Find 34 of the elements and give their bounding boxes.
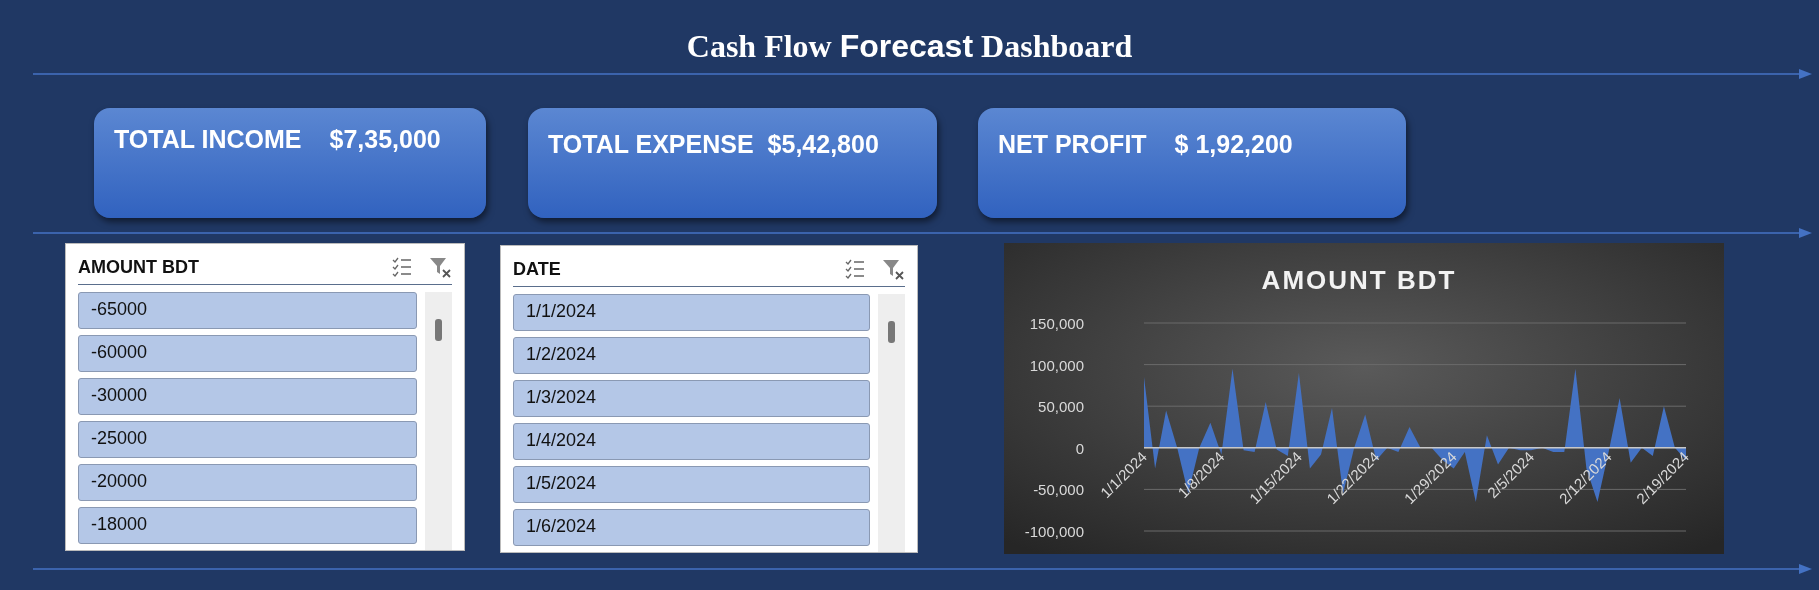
slicer-item[interactable]: 1/2/2024 (513, 337, 870, 374)
y-axis-label: -100,000 (1024, 523, 1084, 540)
slicer-item[interactable]: -18000 (78, 507, 417, 544)
dashboard-title: Cash Flow Forecast Dashboard (686, 28, 1133, 64)
scrollbar[interactable] (878, 294, 905, 552)
multi-select-icon[interactable] (390, 255, 414, 279)
y-axis-label: 0 (1075, 439, 1084, 457)
slicer-item[interactable]: 1/6/2024 (513, 509, 870, 546)
slicer-item[interactable]: -30000 (78, 378, 417, 415)
slicer-item[interactable]: -60000 (78, 335, 417, 372)
slicer-item[interactable]: 1/3/2024 (513, 380, 870, 417)
slicer-title: AMOUNT BDT (78, 256, 200, 278)
slicer-item[interactable]: -20000 (78, 464, 417, 501)
slicer-title: DATE (513, 258, 562, 280)
chart-title: AMOUNT BDT (1261, 265, 1457, 295)
slicer-item[interactable]: -25000 (78, 421, 417, 458)
slicer-item[interactable]: 1/5/2024 (513, 466, 870, 503)
slicer-item[interactable]: 1/1/2024 (513, 294, 870, 331)
kpi-value: $5,42,800 (767, 130, 879, 159)
kpi-label: TOTAL EXPENSE (548, 130, 754, 159)
kpi-label: TOTAL INCOME (114, 125, 302, 154)
multi-select-icon[interactable] (843, 257, 867, 281)
y-axis-label: 100,000 (1029, 356, 1084, 374)
y-axis-label: 50,000 (1038, 398, 1084, 416)
slicer-item[interactable]: -65000 (78, 292, 417, 329)
scrollbar[interactable] (425, 292, 452, 550)
y-axis-label: -50,000 (1033, 481, 1084, 499)
kpi-value: $ 1,92,200 (1174, 130, 1293, 159)
kpi-value: $7,35,000 (329, 125, 441, 154)
slicer-item[interactable]: 1/4/2024 (513, 423, 870, 460)
y-axis-label: 150,000 (1029, 315, 1084, 332)
clear-filter-icon[interactable] (881, 257, 905, 281)
kpi-label: NET PROFIT (998, 130, 1147, 159)
clear-filter-icon[interactable] (428, 255, 452, 279)
